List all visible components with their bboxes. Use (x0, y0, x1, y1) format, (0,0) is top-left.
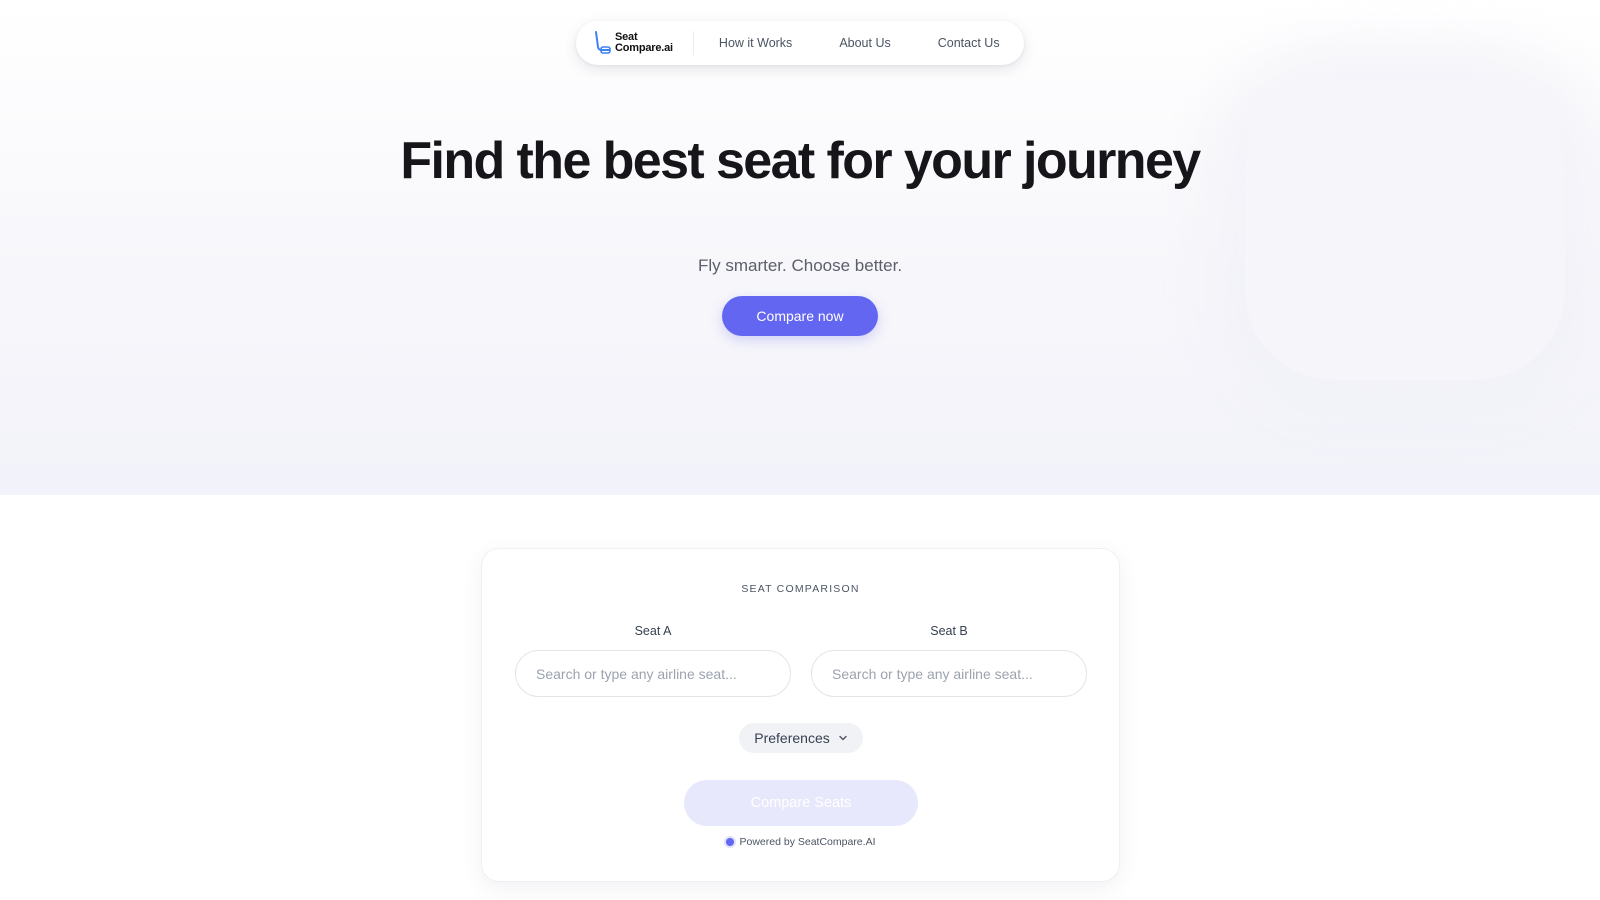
powered-by: Powered by SeatCompare.AI (482, 836, 1119, 848)
card-eyebrow: SEAT COMPARISON (741, 583, 860, 595)
powered-by-text: Powered by SeatCompare.AI (739, 836, 876, 848)
compare-now-button[interactable]: Compare now (722, 296, 878, 336)
seat-b-label: Seat B (930, 624, 968, 638)
logo[interactable]: Seat Compare.ai (594, 21, 673, 65)
compare-seats-button[interactable]: Compare Seats (684, 780, 918, 826)
chevron-down-icon (839, 735, 847, 741)
hero-title: Find the best seat for your journey (400, 132, 1201, 190)
nav-link-about-us[interactable]: About Us (839, 36, 890, 50)
nav-link-contact-us[interactable]: Contact Us (938, 36, 1000, 50)
top-nav: Seat Compare.ai How it Works About Us Co… (576, 21, 1024, 65)
preferences-label: Preferences (754, 730, 830, 746)
seat-icon (595, 31, 611, 54)
seat-comparison-card: SEAT COMPARISON Seat A Seat B Preference… (481, 548, 1120, 882)
status-dot-icon (725, 838, 734, 846)
nav-divider (692, 31, 694, 55)
seat-b-input[interactable] (811, 650, 1087, 697)
seat-a-label: Seat A (634, 624, 672, 638)
hero-subtitle: Fly smarter. Choose better. (697, 256, 903, 275)
logo-line-2: Compare.ai (615, 42, 673, 54)
logo-text: Seat Compare.ai (615, 32, 673, 54)
decorative-shape (1245, 80, 1565, 380)
nav-link-how-it-works[interactable]: How it Works (719, 36, 792, 50)
hero-section: Seat Compare.ai How it Works About Us Co… (0, 0, 1600, 495)
preferences-toggle[interactable]: Preferences (739, 723, 863, 753)
page: Seat Compare.ai How it Works About Us Co… (0, 0, 1600, 900)
seat-a-input[interactable] (515, 650, 791, 697)
